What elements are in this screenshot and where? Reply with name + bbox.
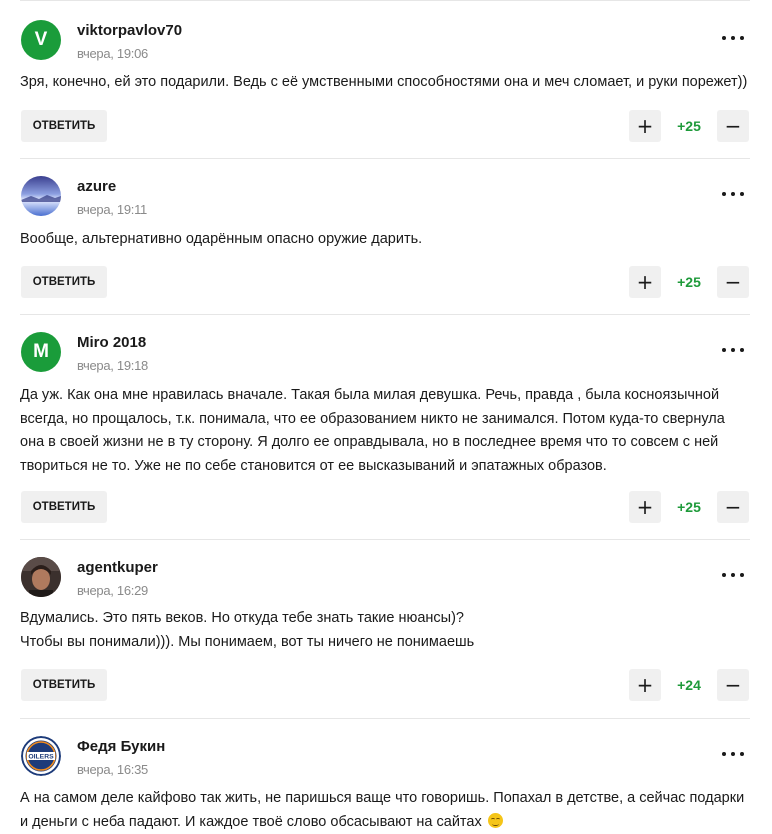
comment-text: Вообще, альтернативно одарённым опасно о… xyxy=(20,231,423,247)
downvote-button[interactable]: − xyxy=(717,491,749,523)
more-dots-icon xyxy=(722,36,726,40)
comment-author[interactable]: azure xyxy=(77,178,116,195)
avatar[interactable]: V xyxy=(21,20,61,60)
comment-author[interactable]: Федя Букин xyxy=(77,738,165,755)
upvote-button[interactable]: + xyxy=(629,491,661,523)
avatar[interactable]: OILERS xyxy=(21,736,61,776)
comment-author[interactable]: viktorpavlov70 xyxy=(77,22,182,39)
more-options-button[interactable] xyxy=(722,750,744,758)
more-options-button[interactable] xyxy=(722,571,744,579)
avatar[interactable]: M xyxy=(21,332,61,372)
svg-text:OILERS: OILERS xyxy=(28,754,54,761)
comment-author[interactable]: agentkuper xyxy=(77,559,158,576)
oilers-logo-icon: OILERS xyxy=(21,736,61,776)
plus-icon: + xyxy=(636,270,654,294)
comment-text: Зря, конечно, ей это подарили. Ведь с её… xyxy=(20,74,748,90)
minus-icon: − xyxy=(724,270,742,294)
more-dots-icon xyxy=(722,573,726,577)
comment-text-content: А на самом деле кайфово так жить, не пар… xyxy=(20,790,745,830)
more-dots-icon xyxy=(722,348,726,352)
divider xyxy=(20,314,750,315)
comment-author[interactable]: Miro 2018 xyxy=(77,334,146,351)
comment-score: +24 xyxy=(677,677,701,693)
more-options-button[interactable] xyxy=(722,190,744,198)
plus-icon: + xyxy=(636,673,654,697)
comment-time: вчера, 16:29 xyxy=(77,583,148,598)
reply-button[interactable]: ОТВЕТИТЬ xyxy=(21,266,107,298)
top-divider xyxy=(20,0,750,1)
comment-score: +25 xyxy=(677,118,701,134)
avatar[interactable] xyxy=(21,176,61,216)
downvote-button[interactable]: − xyxy=(717,669,749,701)
comment-time: вчера, 16:35 xyxy=(77,762,148,777)
upvote-button[interactable]: + xyxy=(629,669,661,701)
comment-score: +25 xyxy=(677,274,701,290)
downvote-button[interactable]: − xyxy=(717,110,749,142)
comment-text: Вдумались. Это пять веков. Но откуда теб… xyxy=(20,610,475,650)
reply-button[interactable]: ОТВЕТИТЬ xyxy=(21,110,107,142)
more-options-button[interactable] xyxy=(722,346,744,354)
avatar-landscape-image xyxy=(21,176,61,216)
avatar-photo-image xyxy=(21,557,61,597)
divider xyxy=(20,158,750,159)
comment-time: вчера, 19:18 xyxy=(77,358,148,373)
more-dots-icon xyxy=(722,752,726,756)
upvote-button[interactable]: + xyxy=(629,266,661,298)
comment-text: Да уж. Как она мне нравилась вначале. Та… xyxy=(20,387,725,474)
plus-icon: + xyxy=(636,495,654,519)
comment-score: +25 xyxy=(677,499,701,515)
divider xyxy=(20,539,750,540)
reply-button[interactable]: ОТВЕТИТЬ xyxy=(21,491,107,523)
comment-text: А на самом деле кайфово так жить, не пар… xyxy=(20,787,750,834)
minus-icon: − xyxy=(724,495,742,519)
more-options-button[interactable] xyxy=(722,34,744,42)
avatar[interactable] xyxy=(21,557,61,597)
downvote-button[interactable]: − xyxy=(717,266,749,298)
minus-icon: − xyxy=(724,114,742,138)
divider xyxy=(20,718,750,719)
more-dots-icon xyxy=(722,192,726,196)
smiling-face-icon xyxy=(487,812,503,828)
upvote-button[interactable]: + xyxy=(629,110,661,142)
reply-button[interactable]: ОТВЕТИТЬ xyxy=(21,669,107,701)
minus-icon: − xyxy=(724,673,742,697)
comment-time: вчера, 19:06 xyxy=(77,46,148,61)
plus-icon: + xyxy=(636,114,654,138)
comment-time: вчера, 19:11 xyxy=(77,202,147,217)
